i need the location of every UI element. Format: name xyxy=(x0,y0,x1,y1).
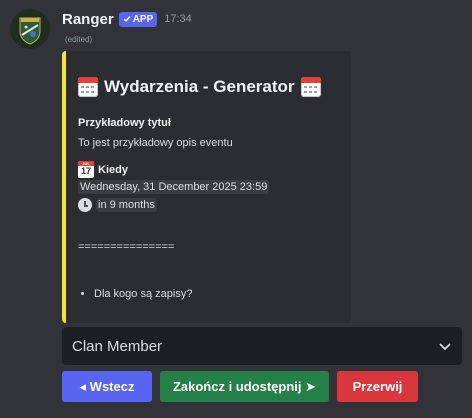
avatar[interactable] xyxy=(10,9,50,49)
timestamp[interactable]: 17:34 xyxy=(164,13,192,25)
date-calendar-day: 17 xyxy=(80,166,91,176)
when-label-text: Kiedy xyxy=(98,163,128,176)
button-row: ◂ Wstecz Zakończ i udostępnij ➤ Przerwij xyxy=(62,371,418,402)
when-label: JUL 17 Kiedy xyxy=(78,161,128,178)
chevron-down-icon xyxy=(439,343,451,351)
clock-icon xyxy=(78,198,92,212)
bullet-list: Dla kogo są zapisy? xyxy=(78,288,192,300)
list-item: Dla kogo są zapisy? xyxy=(94,288,192,300)
message: Ranger APP 17:34 (edited) Wydarzenia - G… xyxy=(0,0,472,418)
edited-label: (edited) xyxy=(65,35,93,44)
username[interactable]: Ranger xyxy=(62,11,114,28)
checkmark-icon xyxy=(123,16,131,23)
embed: Wydarzenia - Generator Przykładowy tytuł… xyxy=(62,51,351,323)
date-timestamp[interactable]: Wednesday, 31 December 2025 23:59 xyxy=(78,180,270,194)
app-badge: APP xyxy=(118,11,158,27)
abort-button[interactable]: Przerwij xyxy=(337,371,418,402)
role-select[interactable]: Clan Member xyxy=(62,327,462,365)
embed-title-text: Wydarzenia - Generator xyxy=(104,77,295,96)
relative-timestamp[interactable]: in 9 months xyxy=(78,198,157,212)
ranger-logo-icon xyxy=(10,9,50,49)
field-value: To jest przykładowy opis eventu xyxy=(78,137,233,149)
field-name: Przykładowy tytuł xyxy=(78,117,171,129)
relative-timestamp-text: in 9 months xyxy=(96,198,157,212)
message-header: Ranger APP 17:34 xyxy=(62,9,192,29)
select-value: Clan Member xyxy=(72,337,163,355)
calendar-icon xyxy=(300,77,321,97)
divider-text: =============== xyxy=(78,241,175,253)
finish-share-button[interactable]: Zakończ i udostępnij ➤ xyxy=(160,371,329,402)
calendar-icon xyxy=(78,77,98,97)
date-calendar-icon: JUL 17 xyxy=(78,161,94,178)
back-button[interactable]: ◂ Wstecz xyxy=(62,371,152,402)
app-badge-label: APP xyxy=(132,13,154,25)
embed-title: Wydarzenia - Generator xyxy=(78,77,321,97)
